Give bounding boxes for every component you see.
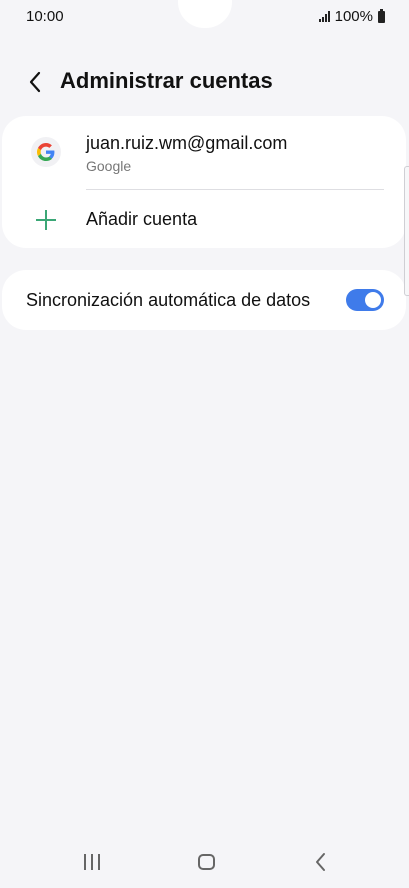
home-icon[interactable] bbox=[198, 854, 215, 870]
back-button[interactable] bbox=[22, 68, 48, 96]
camera-notch bbox=[178, 0, 232, 28]
account-email: juan.ruiz.wm@gmail.com bbox=[86, 133, 288, 153]
status-time: 10:00 bbox=[26, 8, 64, 25]
battery-icon bbox=[378, 8, 385, 23]
plus-icon bbox=[35, 209, 57, 231]
auto-sync-card[interactable]: Sincronización automática de datos bbox=[2, 270, 406, 330]
divider bbox=[86, 189, 384, 190]
status-right: 100% bbox=[318, 8, 385, 25]
back-icon[interactable] bbox=[314, 852, 328, 872]
page-title: Administrar cuentas bbox=[60, 68, 273, 93]
header: Administrar cuentas bbox=[0, 62, 409, 102]
toggle-knob bbox=[365, 292, 381, 308]
accounts-card: juan.ruiz.wm@gmail.com Google Añadir cue… bbox=[2, 116, 406, 248]
recent-apps-icon[interactable] bbox=[84, 854, 100, 870]
google-icon bbox=[31, 137, 61, 167]
chevron-left-icon bbox=[29, 71, 41, 93]
auto-sync-toggle[interactable] bbox=[346, 289, 384, 311]
add-account-button[interactable]: Añadir cuenta bbox=[2, 196, 406, 244]
scroll-indicator bbox=[404, 166, 409, 296]
account-item-google[interactable]: juan.ruiz.wm@gmail.com Google bbox=[2, 116, 406, 188]
battery-percent: 100% bbox=[334, 8, 373, 25]
nav-bar bbox=[0, 838, 409, 888]
auto-sync-label: Sincronización automática de datos bbox=[26, 290, 311, 310]
add-account-label: Añadir cuenta bbox=[86, 209, 198, 229]
account-provider: Google bbox=[86, 158, 132, 174]
signal-icon bbox=[318, 11, 330, 22]
status-bar: 10:00 100% bbox=[0, 0, 409, 36]
